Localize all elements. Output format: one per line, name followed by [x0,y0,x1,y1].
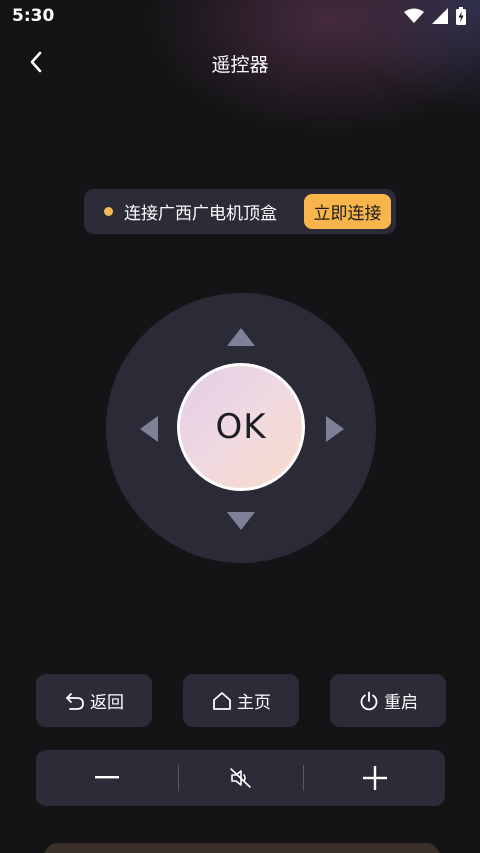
home-button[interactable]: 主页 [183,674,299,727]
back-arrow-icon [66,692,84,710]
ok-label: OK [215,407,267,447]
connection-status-text: 连接广西广电机顶盒 [124,204,277,224]
volume-up-button[interactable] [304,750,445,806]
minus-icon [95,776,119,779]
home-icon [213,691,231,710]
header: 遥控器 [0,40,480,84]
page-title: 遥控器 [211,54,269,76]
function-buttons-row: 返回 主页 重启 [36,674,446,727]
wifi-icon [404,8,424,23]
plus-icon [362,766,387,790]
arrow-right-icon[interactable] [323,413,347,445]
arrow-up-icon[interactable] [223,325,259,349]
bottom-panel-edge [44,843,440,853]
volume-down-button[interactable] [36,750,178,806]
home-label: 主页 [237,693,271,713]
cellular-signal-icon [432,8,448,24]
battery-charging-icon [456,7,466,25]
arrow-left-icon[interactable] [137,413,161,445]
return-label: 返回 [90,693,124,713]
ok-button[interactable]: OK [177,363,305,491]
connection-status-bar: 连接广西广电机顶盒 立即连接 [84,189,396,234]
restart-label: 重启 [384,693,418,713]
restart-button[interactable]: 重启 [330,674,446,727]
return-button[interactable]: 返回 [36,674,152,727]
power-icon [360,691,378,710]
status-time: 5:30 [12,6,55,26]
arrow-down-icon[interactable] [223,509,259,533]
status-icons [404,7,466,25]
status-bar: 5:30 [0,0,480,32]
status-dot [104,207,113,216]
dpad: OK [106,293,376,563]
connect-now-button[interactable]: 立即连接 [304,194,391,229]
mute-icon [230,768,251,788]
mute-button[interactable] [179,750,303,806]
volume-bar [36,750,445,806]
